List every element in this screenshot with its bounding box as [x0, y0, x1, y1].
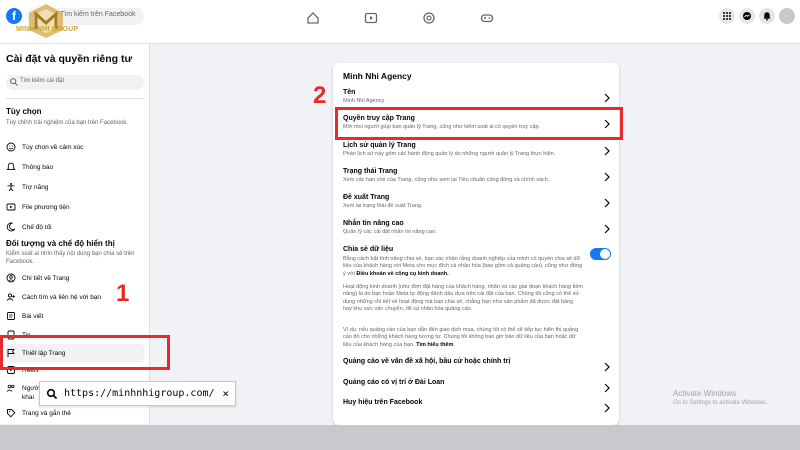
brand-text: MINH NHI GROUP: [16, 26, 79, 33]
facebook-logo[interactable]: f: [6, 8, 22, 24]
row-management-history[interactable]: Lịch sử quản lý Trang Phần lịch sử này g…: [343, 142, 613, 158]
sidebar-item-posts[interactable]: Bài viết: [6, 309, 144, 323]
brand-logo-icon: [29, 4, 63, 38]
chevron-right-icon: [604, 362, 610, 372]
chevron-right-icon: [604, 93, 610, 103]
data-sharing-example-text: Ví dụ: nếu quảng cáo của bạn dẫn đến gia…: [343, 327, 579, 348]
step-number-2: 2: [313, 82, 327, 109]
bell-icon: [6, 162, 16, 172]
card-title: Minh Nhi Agency: [343, 71, 412, 81]
data-sharing-example-desc: Ví dụ: nếu quảng cáo của bạn dẫn đến gia…: [343, 327, 583, 349]
business-tools-terms-link[interactable]: Điều khoản về công cụ kinh doanh.: [356, 271, 448, 277]
sidebar-item-label: Thông báo: [22, 163, 54, 171]
section-desc-preferences: Tùy chỉnh trải nghiệm của bạn trên Faceb…: [6, 120, 129, 126]
chevron-right-icon: [604, 172, 610, 182]
row-data-sharing: Chia sẻ dữ liệu: [343, 246, 613, 253]
row-advanced-messaging[interactable]: Nhắn tin nâng cao Quản lý các cài đặt nh…: [343, 220, 613, 236]
activate-windows-subtitle: Go to Settings to activate Windows.: [673, 400, 768, 406]
url-text: https://minhnhigroup.com/: [64, 388, 215, 399]
smile-icon: [6, 142, 16, 152]
row-political-ads[interactable]: Quảng cáo về vấn đề xã hội, bầu cử hoặc …: [343, 358, 613, 372]
section-desc-audience: Kiểm soát ai nhìn thấy nội dung bạn chia…: [6, 251, 135, 265]
close-icon[interactable]: ×: [222, 387, 229, 400]
home-icon[interactable]: [306, 11, 320, 25]
row-facebook-badges[interactable]: Huy hiệu trên Facebook: [343, 399, 613, 413]
marketplace-icon[interactable]: [422, 11, 436, 25]
activate-windows-title: Activate Windows: [673, 389, 737, 398]
chevron-right-icon: [604, 403, 610, 413]
notifications-bell-icon[interactable]: [759, 8, 775, 24]
row-page-status[interactable]: Trạng thái Trang Xem các hạn chế của Tra…: [343, 168, 613, 184]
profile-avatar[interactable]: [779, 8, 795, 24]
highlight-box-step1: [0, 335, 170, 370]
chevron-right-icon: [604, 146, 610, 156]
row-title: Huy hiệu trên Facebook: [343, 399, 423, 406]
contact-icon: [6, 292, 16, 302]
sidebar-item-accessibility[interactable]: Trợ năng: [6, 180, 144, 194]
row-title: Trạng thái Trang: [343, 168, 398, 175]
row-title: Lịch sử quản lý Trang: [343, 142, 416, 149]
chevron-right-icon: [604, 198, 610, 208]
sidebar-divider: [6, 98, 144, 99]
sidebar-item-label: Trợ năng: [22, 183, 49, 191]
facebook-search-placeholder: Tìm kiếm trên Facebook: [60, 11, 136, 18]
sidebar-item-tagging[interactable]: Trang và gắn thẻ: [6, 406, 144, 420]
row-title: Chia sẻ dữ liệu: [343, 246, 394, 253]
sidebar-item-reactions[interactable]: Tùy chọn về cảm xúc: [6, 140, 144, 154]
row-desc: Minh Nhi Agency: [343, 98, 385, 104]
sidebar-item-dark-mode[interactable]: Chế độ tối: [6, 220, 144, 234]
sidebar-title: Cài đặt và quyền riêng tư: [6, 53, 133, 65]
data-sharing-desc: Bằng cách bật tính năng chia sẻ, bạn xác…: [343, 256, 583, 278]
sidebar-item-label: Bài viết: [22, 312, 44, 320]
row-title: Tên: [343, 89, 356, 96]
chevron-right-icon: [604, 383, 610, 393]
row-title: Quảng cáo về vấn đề xã hội, bầu cử hoặc …: [343, 358, 511, 365]
media-icon: [6, 202, 16, 212]
section-heading-preferences: Tùy chọn: [6, 107, 42, 116]
sidebar-item-label: Chi tiết về Trang: [22, 274, 70, 282]
row-title: Đề xuất Trang: [343, 194, 390, 201]
section-heading-audience: Đối tượng và chế độ hiển thị: [6, 239, 115, 248]
messenger-icon[interactable]: [739, 8, 755, 24]
row-desc: Phần lịch sử này gồm các hành động quản …: [343, 151, 556, 157]
sidebar-item-label: Trang và gắn thẻ: [22, 409, 71, 417]
top-navigation-bar: f Tìm kiếm trên Facebook MINH NHI GROUP: [0, 0, 800, 44]
row-desc: Xem lại trạng thái đề xuất Trang.: [343, 203, 423, 209]
video-icon[interactable]: [364, 11, 378, 25]
user-icon: [6, 273, 16, 283]
row-taiwan-ads[interactable]: Quảng cáo có vị trí ở Đài Loan: [343, 379, 613, 393]
moon-icon: [6, 222, 16, 232]
row-name[interactable]: Tên Minh Nhi Agency: [343, 89, 613, 105]
step-number-1: 1: [116, 280, 130, 307]
settings-search-input[interactable]: Tìm kiếm cài đặt: [6, 75, 144, 90]
learn-more-link[interactable]: Tìm hiểu thêm: [416, 342, 453, 348]
data-sharing-toggle[interactable]: [590, 248, 611, 260]
post-icon: [6, 311, 16, 321]
menu-grid-icon[interactable]: [719, 8, 735, 24]
bottom-strip: [0, 425, 800, 450]
search-icon: [10, 78, 18, 86]
row-title: Quảng cáo có vị trí ở Đài Loan: [343, 379, 445, 386]
highlight-box-step2: [335, 107, 623, 140]
row-title: Nhắn tin nâng cao: [343, 220, 404, 227]
data-sharing-activity-desc: Hoạt động kinh doanh (như đơn đặt hàng c…: [343, 284, 583, 312]
accessibility-icon: [6, 182, 16, 192]
sidebar-item-label: Tùy chọn về cảm xúc: [22, 143, 84, 151]
url-tooltip: https://minhnhigroup.com/ ×: [39, 381, 236, 406]
sidebar-item-label: Cách tìm và liên hệ với bạn: [22, 293, 102, 301]
sidebar-item-label: File phương tiện: [22, 203, 70, 211]
row-page-recommendations[interactable]: Đề xuất Trang Xem lại trạng thái đề xuất…: [343, 194, 613, 210]
settings-search-placeholder: Tìm kiếm cài đặt: [20, 78, 65, 84]
row-desc: Xem các hạn chế của Trang, cũng như xem …: [343, 177, 550, 183]
chevron-right-icon: [604, 224, 610, 234]
gaming-icon[interactable]: [480, 11, 494, 25]
search-icon: [46, 388, 58, 399]
people-icon: [6, 383, 16, 393]
sidebar-item-label: khai: [22, 393, 34, 401]
row-desc: Quản lý các cài đặt nhắn tin nâng cao.: [343, 229, 437, 235]
tag-icon: [6, 408, 16, 418]
sidebar-item-notifications[interactable]: Thông báo: [6, 160, 144, 174]
sidebar-item-label: Chế độ tối: [22, 223, 52, 231]
sidebar-item-media[interactable]: File phương tiện: [6, 200, 144, 214]
